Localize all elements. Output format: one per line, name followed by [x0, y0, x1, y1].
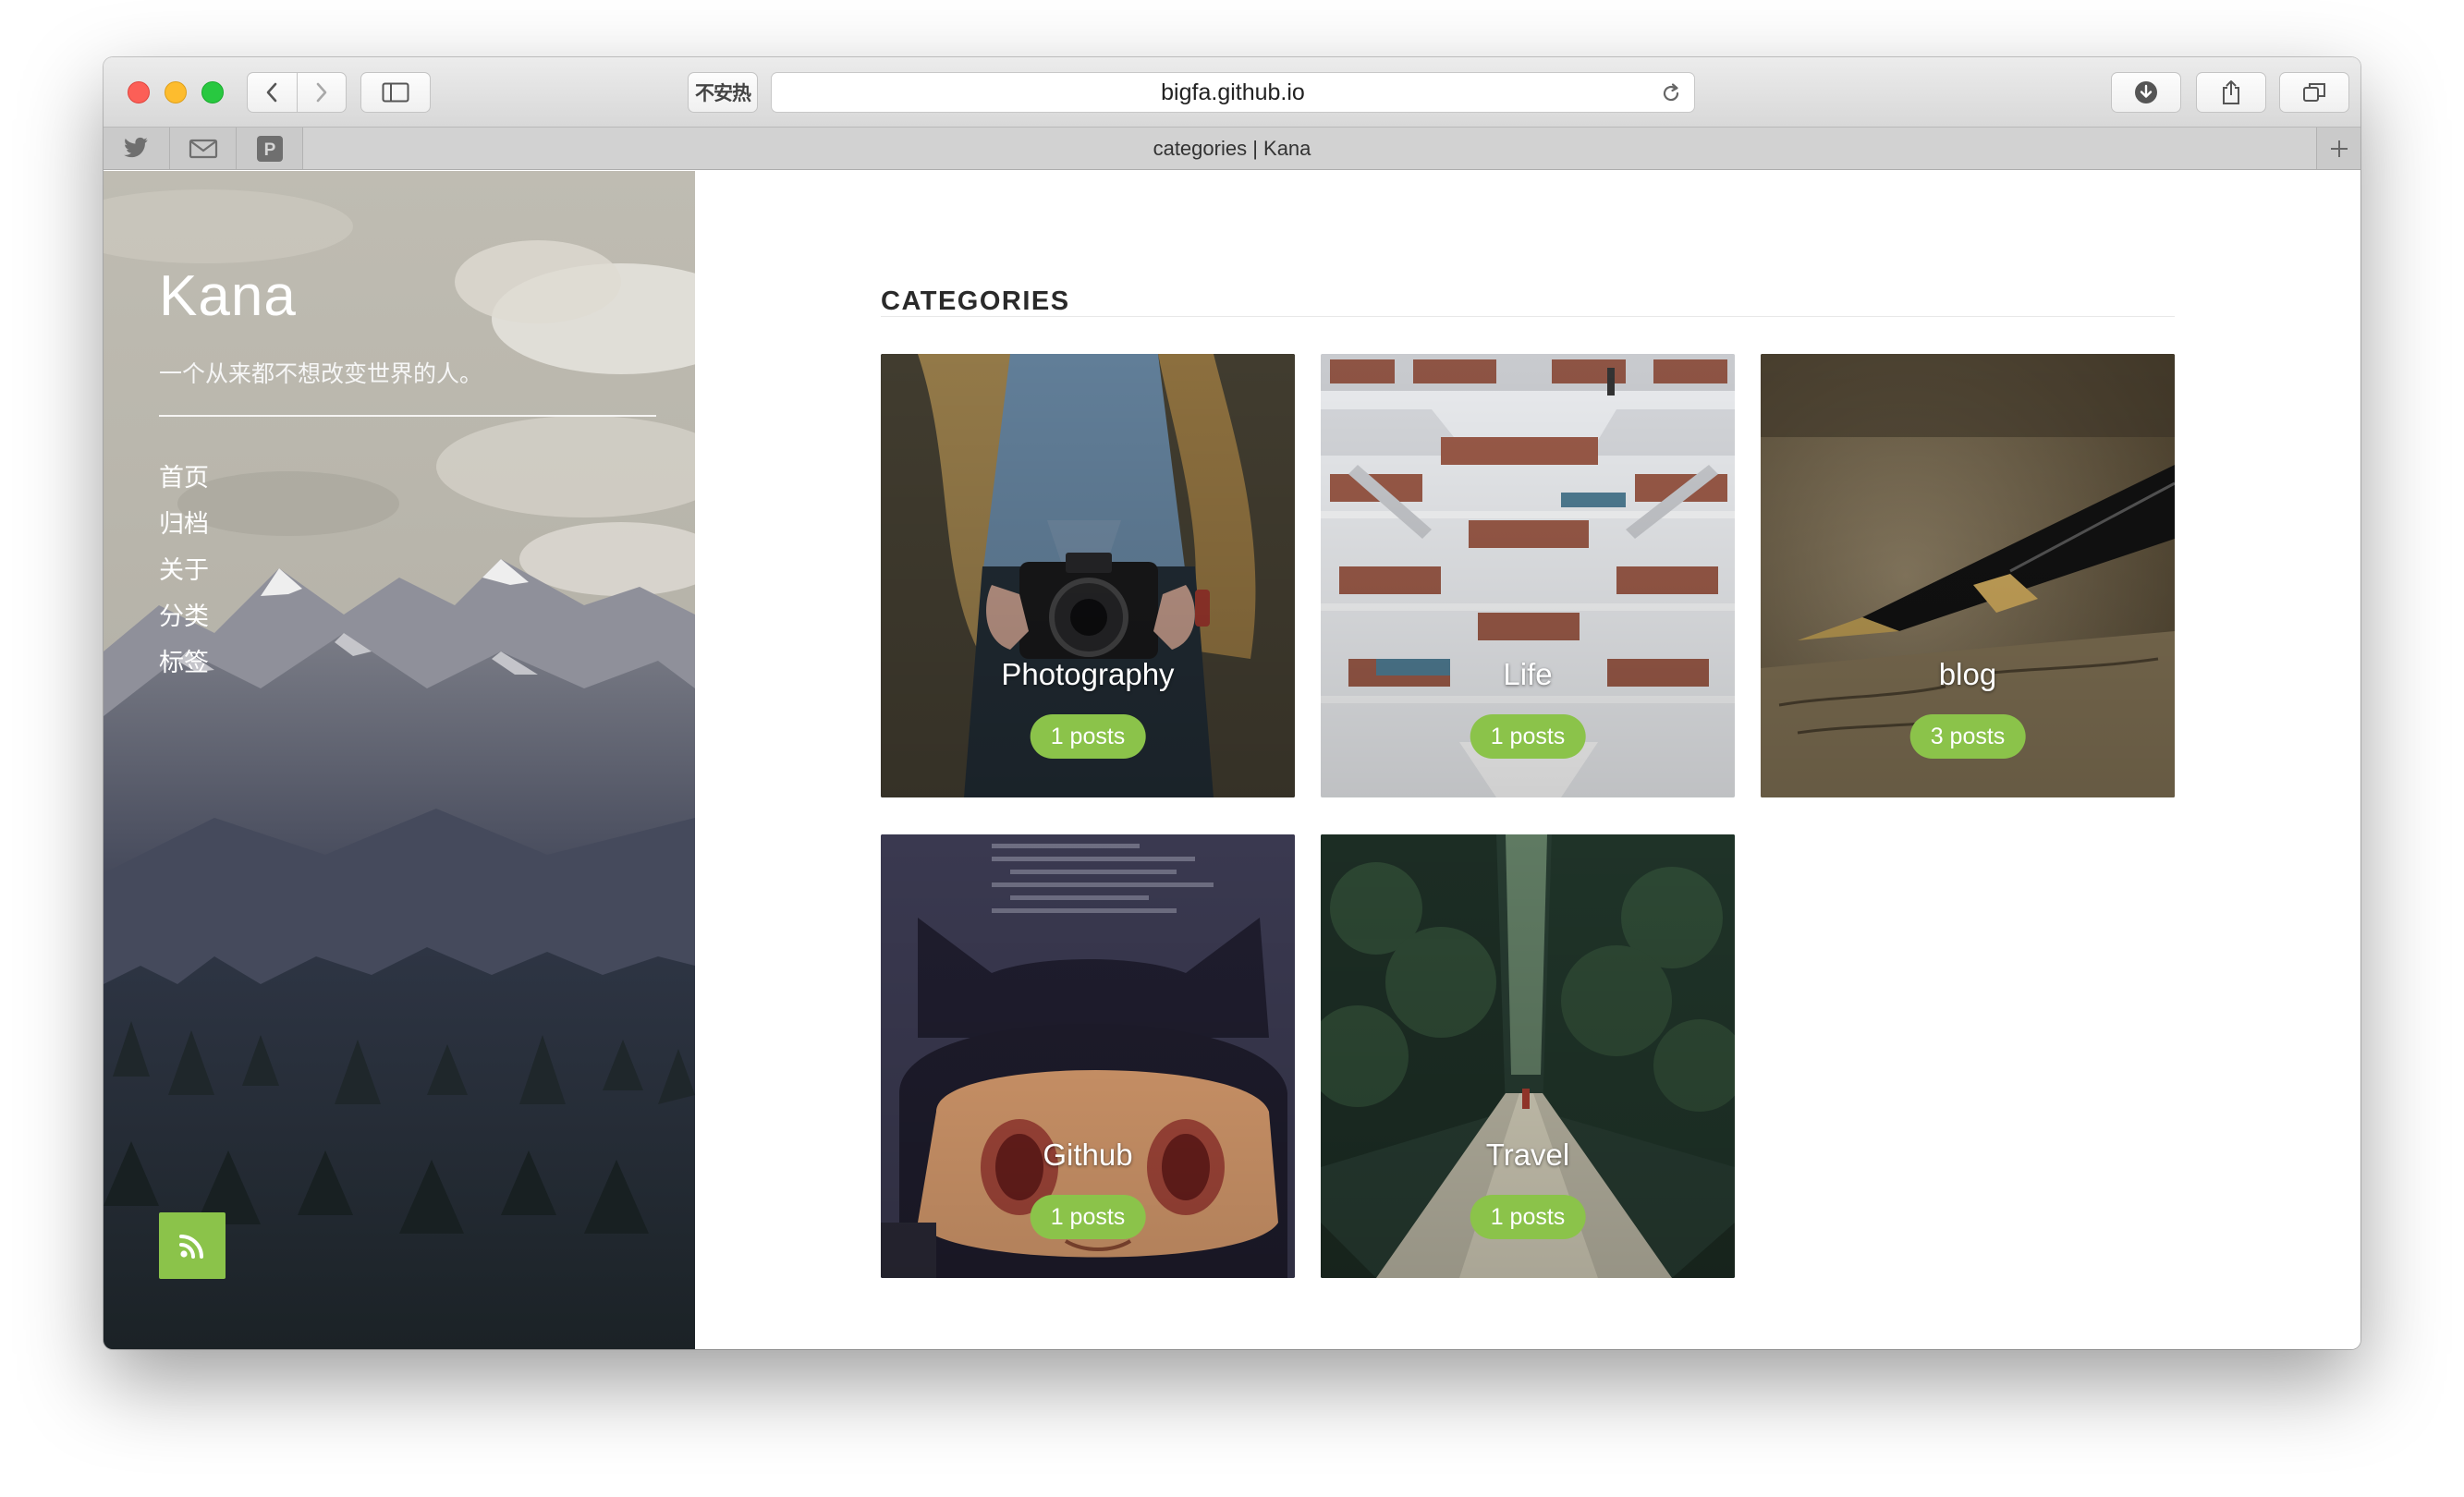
nav-item-archive[interactable]: 归档: [159, 502, 209, 548]
heading-divider: [881, 316, 2175, 317]
sidebar-toggle-button[interactable]: [360, 72, 431, 113]
bookmark-twitter[interactable]: [104, 128, 170, 169]
sidebar-icon: [382, 82, 409, 103]
reload-icon: [1663, 83, 1679, 102]
web-page: Kana 一个从来都不想改变世界的人。 首页 归档 关于 分类 标签 CATEG…: [104, 171, 2360, 1349]
category-card-life[interactable]: Life 1 posts: [1321, 354, 1735, 797]
bookmark-mail[interactable]: [170, 128, 237, 169]
sidebar-divider: [159, 415, 656, 417]
show-tabs-button[interactable]: [2279, 72, 2349, 113]
post-count-badge: 1 posts: [1030, 1195, 1146, 1239]
minimize-window-button[interactable]: [165, 81, 187, 103]
pocket-icon: P: [256, 135, 283, 162]
category-name: Photography: [1001, 657, 1175, 691]
site-sidebar: Kana 一个从来都不想改变世界的人。 首页 归档 关于 分类 标签: [104, 171, 695, 1349]
nav-item-home[interactable]: 首页: [159, 456, 209, 502]
share-button[interactable]: [2196, 72, 2266, 113]
forward-button[interactable]: [296, 73, 347, 112]
bookmark-pocket[interactable]: P: [237, 128, 303, 169]
tabs-overview-icon: [2303, 83, 2325, 102]
nav-item-tags[interactable]: 标签: [159, 640, 209, 687]
back-button[interactable]: [248, 73, 297, 112]
mountain-background-image: [104, 171, 695, 1349]
close-window-button[interactable]: [128, 81, 150, 103]
browser-toolbar: 不安热 bigfa.github.io: [104, 57, 2360, 128]
page-heading: CATEGORIES: [881, 286, 1070, 317]
extension-button[interactable]: 不安热: [688, 72, 758, 113]
main-content: CATEGORIES Photography 1 posts Life 1 po…: [695, 171, 2360, 1349]
post-count-badge: 3 posts: [1909, 714, 2026, 759]
mail-icon: [189, 139, 217, 158]
category-name: Life: [1503, 657, 1553, 691]
site-title[interactable]: Kana: [159, 263, 297, 329]
category-name: Github: [1043, 1138, 1133, 1172]
reload-button[interactable]: [1659, 81, 1683, 112]
desktop: 不安热 bigfa.github.io P categories | Kana …: [0, 0, 2464, 1497]
plus-icon: [2330, 140, 2348, 157]
rss-icon: [179, 1235, 203, 1259]
share-icon: [2223, 80, 2239, 104]
download-icon: [2135, 81, 2157, 103]
post-count-badge: 1 posts: [1470, 714, 1586, 759]
category-card-travel[interactable]: Travel 1 posts: [1321, 834, 1735, 1278]
category-name: blog: [1938, 657, 1997, 691]
chevron-left-icon: [266, 82, 277, 103]
tab-bar: P categories | Kana: [104, 128, 2360, 170]
nav-item-about[interactable]: 关于: [159, 548, 209, 594]
sidebar-navigation: 首页 归档 关于 分类 标签: [159, 456, 209, 687]
chevron-right-icon: [316, 82, 327, 103]
post-count-badge: 1 posts: [1030, 714, 1146, 759]
category-name: Travel: [1485, 1138, 1570, 1172]
address-bar[interactable]: bigfa.github.io: [771, 72, 1695, 113]
twitter-icon: [123, 137, 148, 157]
downloads-button[interactable]: [2111, 72, 2181, 113]
url-text: bigfa.github.io: [1161, 79, 1305, 105]
category-card-photography[interactable]: Photography 1 posts: [881, 354, 1295, 797]
active-tab-title: categories | Kana: [1153, 136, 1311, 160]
zoom-window-button[interactable]: [201, 81, 224, 103]
category-card-blog[interactable]: blog 3 posts: [1761, 354, 2175, 797]
rss-button[interactable]: [159, 1212, 226, 1279]
category-card-github[interactable]: Github 1 posts: [881, 834, 1295, 1278]
browser-window: 不安热 bigfa.github.io P categories | Kana …: [104, 57, 2360, 1349]
new-tab-button[interactable]: [2316, 128, 2360, 169]
site-tagline: 一个从来都不想改变世界的人。: [159, 360, 483, 387]
post-count-badge: 1 posts: [1470, 1195, 1586, 1239]
svg-text:P: P: [263, 140, 275, 160]
nav-item-categories[interactable]: 分类: [159, 594, 209, 640]
history-navigation: [247, 72, 347, 113]
